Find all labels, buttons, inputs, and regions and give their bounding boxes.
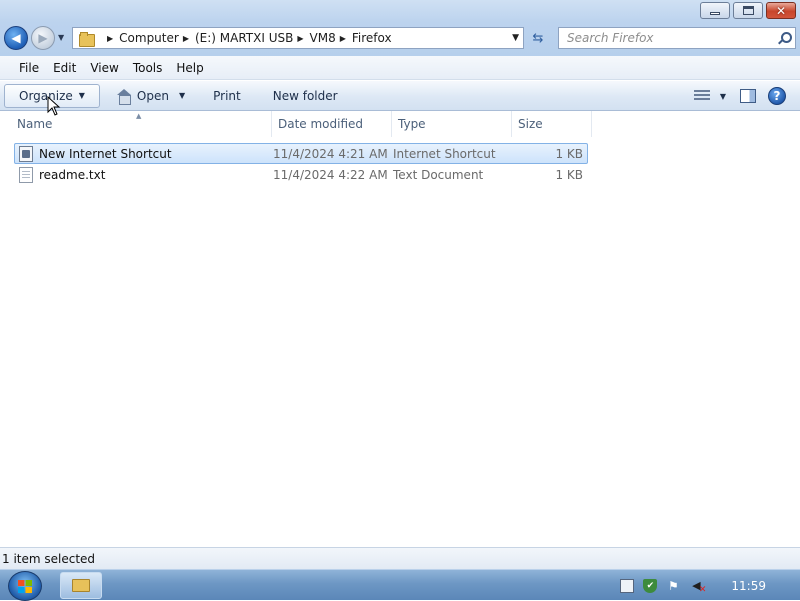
document-icon[interactable] bbox=[620, 578, 635, 593]
file-size: 1 KB bbox=[555, 167, 583, 182]
column-header-date[interactable]: Date modified bbox=[272, 111, 392, 137]
chevron-down-icon[interactable]: ▼ bbox=[720, 92, 726, 101]
menu-help[interactable]: Help bbox=[169, 61, 210, 75]
refresh-icon: ⇆ bbox=[532, 30, 544, 46]
minimize-button[interactable] bbox=[700, 2, 730, 19]
file-size: 1 KB bbox=[555, 146, 583, 161]
clock[interactable]: 11:59 bbox=[731, 579, 766, 593]
print-button[interactable]: Print bbox=[203, 84, 251, 108]
file-row[interactable]: readme.txt 11/4/2024 4:22 AM Text Docume… bbox=[14, 164, 588, 185]
menu-tools[interactable]: Tools bbox=[126, 61, 170, 75]
column-headers: Name ▲ Date modified Type Size bbox=[0, 111, 592, 137]
column-header-size[interactable]: Size bbox=[512, 111, 592, 137]
maximize-icon bbox=[742, 6, 754, 15]
column-header-label: Name bbox=[17, 117, 53, 131]
breadcrumb-separator-icon[interactable]: ▶ bbox=[297, 34, 303, 43]
file-name-cell: New Internet Shortcut bbox=[15, 145, 273, 162]
search-icon[interactable] bbox=[778, 32, 792, 44]
file-type: Text Document bbox=[393, 167, 484, 182]
help-icon[interactable]: ? bbox=[768, 87, 786, 105]
action-center-flag-icon[interactable]: ⚑ bbox=[666, 579, 680, 593]
maximize-button[interactable] bbox=[733, 2, 763, 19]
folder-icon bbox=[79, 31, 97, 47]
new-folder-button[interactable]: New folder bbox=[263, 84, 348, 108]
breadcrumb-vm8[interactable]: VM8 bbox=[310, 31, 336, 45]
folder-icon bbox=[72, 579, 90, 592]
minimize-icon bbox=[710, 12, 720, 15]
column-header-type[interactable]: Type bbox=[392, 111, 512, 137]
file-date: 11/4/2024 4:21 AM bbox=[273, 146, 388, 161]
security-shield-icon[interactable]: ✔ bbox=[643, 578, 658, 593]
sort-ascending-icon: ▲ bbox=[136, 112, 142, 120]
selection-status: 1 item selected bbox=[2, 551, 96, 566]
print-label: Print bbox=[213, 88, 241, 103]
file-type: Internet Shortcut bbox=[393, 146, 496, 161]
file-name: readme.txt bbox=[39, 167, 106, 182]
forward-button[interactable]: ▶ bbox=[31, 26, 55, 50]
chevron-down-icon: ▼ bbox=[78, 91, 85, 100]
file-name-cell: readme.txt bbox=[15, 166, 273, 183]
start-button[interactable] bbox=[8, 571, 42, 601]
back-arrow-icon: ◀ bbox=[11, 31, 21, 45]
organize-label: Organize bbox=[19, 88, 73, 103]
view-controls: ▼ ? bbox=[693, 81, 800, 111]
mouse-cursor-icon bbox=[47, 96, 61, 116]
window-chrome: ✕ ◀ ▶ ▼ ▶ Computer ▶ (E:) MARTXI USB ▶ V… bbox=[0, 0, 800, 56]
menu-bar: File Edit View Tools Help bbox=[0, 56, 800, 80]
search-input[interactable] bbox=[565, 30, 765, 46]
command-bar: Organize ▼ Open ▼ Print New folder ▼ ? bbox=[0, 81, 800, 111]
breadcrumb-separator-icon[interactable]: ▶ bbox=[340, 34, 346, 43]
chevron-down-icon[interactable]: ▼ bbox=[179, 91, 185, 100]
file-rows: New Internet Shortcut 11/4/2024 4:21 AM … bbox=[14, 143, 588, 185]
breadcrumb-separator-icon[interactable]: ▶ bbox=[107, 34, 113, 43]
address-dropdown-icon[interactable]: ▼ bbox=[512, 33, 519, 43]
file-list-view[interactable]: Name ▲ Date modified Type Size New Inter… bbox=[0, 111, 800, 547]
volume-muted-icon[interactable]: ◀ ✕ bbox=[689, 579, 706, 595]
breadcrumb-separator-icon[interactable]: ▶ bbox=[183, 34, 189, 43]
preview-pane-icon[interactable] bbox=[740, 89, 756, 103]
refresh-button[interactable]: ⇆ bbox=[527, 28, 549, 48]
menu-file[interactable]: File bbox=[12, 61, 46, 75]
breadcrumb-drive[interactable]: (E:) MARTXI USB bbox=[195, 31, 293, 45]
change-view-icon[interactable] bbox=[693, 90, 710, 102]
recent-pages-dropdown[interactable]: ▼ bbox=[58, 33, 64, 42]
shortcut-icon bbox=[19, 145, 33, 162]
search-box[interactable] bbox=[558, 27, 796, 49]
open-with-icon bbox=[116, 88, 132, 105]
system-tray: ✔ ⚑ ◀ ✕ 11:59 bbox=[611, 570, 800, 601]
breadcrumb-firefox[interactable]: Firefox bbox=[352, 31, 392, 45]
open-button[interactable]: Open ▼ bbox=[106, 84, 195, 108]
taskbar: ✔ ⚑ ◀ ✕ 11:59 bbox=[0, 569, 800, 601]
open-label: Open bbox=[136, 88, 169, 103]
close-button[interactable]: ✕ bbox=[766, 2, 796, 19]
menu-edit[interactable]: Edit bbox=[46, 61, 83, 75]
column-header-name[interactable]: Name ▲ bbox=[0, 111, 272, 137]
close-icon: ✕ bbox=[775, 3, 787, 18]
menu-view[interactable]: View bbox=[83, 61, 125, 75]
text-file-icon bbox=[19, 166, 33, 183]
file-date: 11/4/2024 4:22 AM bbox=[273, 167, 388, 182]
back-button[interactable]: ◀ bbox=[4, 26, 28, 50]
new-folder-label: New folder bbox=[272, 88, 338, 103]
status-bar: 1 item selected bbox=[0, 547, 800, 569]
forward-arrow-icon: ▶ bbox=[38, 31, 48, 45]
taskbar-explorer-button[interactable] bbox=[60, 572, 102, 599]
window-controls: ✕ bbox=[700, 2, 796, 19]
breadcrumb-computer[interactable]: Computer bbox=[119, 31, 179, 45]
file-name: New Internet Shortcut bbox=[39, 146, 172, 161]
file-row[interactable]: New Internet Shortcut 11/4/2024 4:21 AM … bbox=[14, 143, 588, 164]
address-bar[interactable]: ▶ Computer ▶ (E:) MARTXI USB ▶ VM8 ▶ Fir… bbox=[72, 27, 524, 49]
